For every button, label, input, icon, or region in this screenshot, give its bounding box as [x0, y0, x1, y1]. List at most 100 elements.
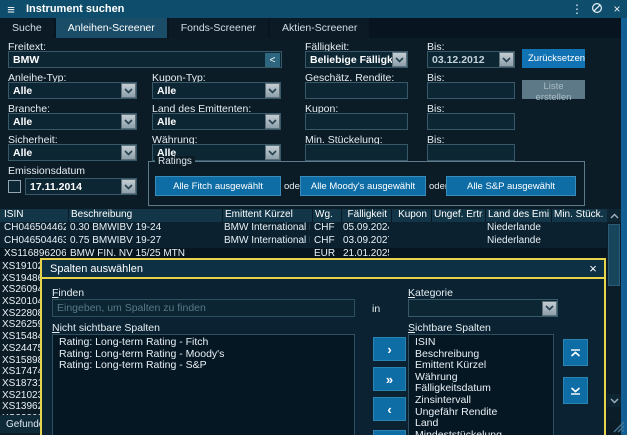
move-to-top-button[interactable]	[563, 339, 588, 366]
close-icon[interactable]: ×	[582, 261, 604, 276]
chevron-down-icon[interactable]	[499, 52, 514, 67]
tab-bar: Suche Anleihen-Screener Fonds-Screener A…	[0, 18, 627, 38]
sicherheit-select[interactable]: Alle	[8, 144, 137, 161]
tab-suche[interactable]: Suche	[0, 18, 54, 38]
cell-land: Niederlande	[485, 222, 549, 235]
faelligkeit-select[interactable]: Beliebige Fälligkeit	[305, 51, 408, 68]
rendite-input[interactable]	[305, 82, 408, 99]
list-item[interactable]: Land	[409, 418, 553, 430]
window-title: Instrument suchen	[26, 3, 567, 15]
cell-beschreibung: 0.30 BMWIBV 19-24	[68, 222, 220, 235]
cell-faelligkeit: 03.09.2027	[341, 235, 389, 248]
scroll-down-icon[interactable]	[607, 394, 621, 407]
hidden-columns-list[interactable]: Rating: Long-term Rating - Fitch Rating:…	[52, 334, 355, 435]
emissionsdatum-checkbox[interactable]	[8, 180, 21, 193]
table-header: ISIN Beschreibung Emittent Kürzel Wg. Fä…	[0, 209, 608, 222]
cell-wg: CHF	[312, 235, 340, 248]
create-list-button[interactable]: Liste erstellen	[522, 80, 585, 99]
emissionsdatum-date[interactable]: 17.11.2014	[25, 178, 137, 195]
column-header-kupon[interactable]: Kupon	[391, 209, 429, 222]
in-text: in	[372, 303, 380, 315]
cell-isin: CH0465044631	[2, 235, 66, 248]
collapse-icon[interactable]: <	[265, 53, 280, 67]
resize-grip[interactable]	[612, 420, 625, 435]
cell-emittent: BMW International Inves...	[222, 235, 310, 248]
title-bar: ≡ Instrument suchen ⋮ ×	[0, 0, 627, 18]
instrument-search-window: ≡ Instrument suchen ⋮ × Suche Anleihen-S…	[0, 0, 627, 435]
chevron-down-icon[interactable]	[542, 301, 557, 316]
kupon-typ-value: Alle	[153, 85, 265, 97]
kupon-typ-select[interactable]: Alle	[152, 82, 281, 99]
tab-aktien-screener[interactable]: Aktien-Screener	[270, 18, 369, 38]
kupon-input[interactable]	[305, 113, 408, 130]
list-item[interactable]: Zinsintervall	[409, 395, 553, 407]
chevron-down-icon[interactable]	[121, 83, 136, 98]
more-options-icon[interactable]: ⋮	[567, 2, 587, 16]
branche-value: Alle	[9, 116, 121, 128]
chevron-down-icon[interactable]	[265, 83, 280, 98]
move-all-right-button[interactable]: »	[373, 367, 406, 391]
column-header-faelligkeit[interactable]: Fälligkeit	[341, 209, 389, 222]
column-header-land[interactable]: Land des Emitte...	[485, 209, 549, 222]
table-row[interactable]: CH0465044631 0.75 BMWIBV 19-27 BMW Inter…	[0, 235, 608, 248]
ratings-legend: Ratings	[155, 156, 195, 167]
list-item[interactable]: Rating: Long-term Rating - S&P	[53, 360, 354, 372]
window-right-border	[621, 18, 627, 435]
land-emittent-select[interactable]: Alle	[152, 113, 281, 130]
visible-columns-list[interactable]: ISIN Beschreibung Emittent Kürzel Währun…	[408, 334, 554, 435]
branche-select[interactable]: Alle	[8, 113, 137, 130]
tab-fonds-screener[interactable]: Fonds-Screener	[169, 18, 268, 38]
chevron-down-icon[interactable]	[121, 179, 136, 194]
moodys-ratings-button[interactable]: Alle Moody's ausgewählt	[300, 176, 426, 196]
hamburger-menu-icon[interactable]: ≡	[0, 2, 22, 17]
stueckelung-input[interactable]	[305, 144, 408, 161]
scroll-up-icon[interactable]	[607, 209, 621, 222]
close-icon[interactable]: ×	[607, 2, 627, 16]
find-columns-input[interactable]	[52, 299, 355, 317]
kupon-bis-input[interactable]	[427, 113, 515, 130]
scrollbar-thumb[interactable]	[608, 224, 620, 286]
dialog-title-bar[interactable]: Spalten auswählen ×	[42, 260, 604, 279]
cell-emittent: BMW International Inves...	[222, 222, 310, 235]
freitext-input[interactable]	[8, 51, 282, 68]
stueckelung-bis-input[interactable]	[427, 144, 515, 161]
fitch-ratings-button[interactable]: Alle Fitch ausgewählt	[155, 176, 281, 196]
chevron-down-icon[interactable]	[121, 145, 136, 160]
faelligkeit-bis-value: 03.12.2012	[428, 54, 499, 66]
chevron-down-icon[interactable]	[392, 52, 407, 67]
cell-wg: CHF	[312, 222, 340, 235]
list-item[interactable]: Mindeststückelung	[409, 430, 553, 435]
column-header-wg[interactable]: Wg.	[312, 209, 340, 222]
tab-anleihen-screener[interactable]: Anleihen-Screener	[56, 18, 167, 38]
faelligkeit-value: Beliebige Fälligkeit	[306, 54, 392, 66]
column-header-ertrag[interactable]: Ungef. Ertrag	[431, 209, 483, 222]
faelligkeit-bis-date[interactable]: 03.12.2012	[427, 51, 515, 68]
visible-columns-label: Sichtbare Spalten	[408, 322, 491, 334]
column-header-isin[interactable]: ISIN	[2, 209, 66, 222]
pin-off-icon[interactable]	[587, 2, 607, 17]
list-item[interactable]: Rating: Long-term Rating - Fitch	[53, 337, 354, 349]
spalten-auswaehlen-dialog: Spalten auswählen × Finden in Kategorie …	[40, 258, 606, 435]
reset-button[interactable]: Zurücksetzen	[522, 49, 585, 68]
move-all-left-button[interactable]: «	[373, 430, 406, 435]
column-header-beschreibung[interactable]: Beschreibung	[68, 209, 220, 222]
chevron-down-icon[interactable]	[265, 114, 280, 129]
kategorie-select[interactable]	[408, 299, 558, 317]
dialog-title: Spalten auswählen	[50, 263, 582, 275]
chevron-down-icon[interactable]	[265, 145, 280, 160]
table-row[interactable]: CH0465044623 0.30 BMWIBV 19-24 BMW Inter…	[0, 222, 608, 235]
cell-beschreibung: 0.75 BMWIBV 19-27	[68, 235, 220, 248]
column-header-stueck[interactable]: Min. Stück.	[551, 209, 603, 222]
move-to-bottom-button[interactable]	[563, 377, 588, 404]
chevron-down-icon[interactable]	[121, 114, 136, 129]
kategorie-label: Kategorie	[408, 287, 453, 299]
column-header-emittent[interactable]: Emittent Kürzel	[222, 209, 310, 222]
sp-ratings-button[interactable]: Alle S&P ausgewählt	[446, 176, 576, 196]
move-left-button[interactable]: ‹	[373, 397, 406, 421]
anleihe-typ-select[interactable]: Alle	[8, 82, 137, 99]
move-right-button[interactable]: ›	[373, 337, 406, 361]
cell-isin: CH0465044623	[2, 222, 66, 235]
anleihe-typ-value: Alle	[9, 85, 121, 97]
list-item[interactable]: ISIN	[409, 337, 553, 349]
rendite-bis-input[interactable]	[427, 82, 515, 99]
